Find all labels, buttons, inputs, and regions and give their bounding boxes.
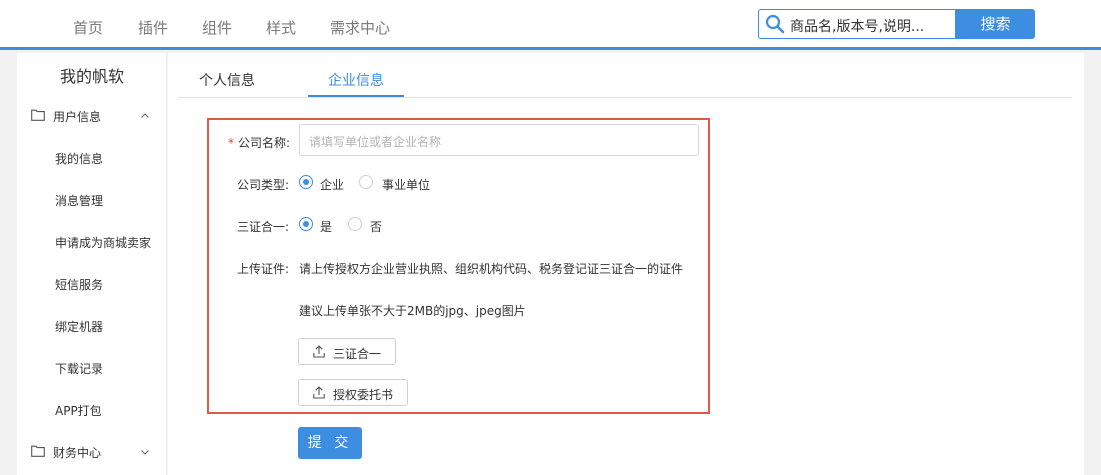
company-type-radio-enterprise[interactable] <box>299 175 313 189</box>
main-content: 个人信息 企业信息 * 公司名称: 请填写单位或者企业名称 公司类型: 企业 事业… <box>168 53 1084 475</box>
tab-personal-info[interactable]: 个人信息 <box>199 70 255 90</box>
sidebar-title: 我的帆软 <box>59 67 124 86</box>
three-in-one-radio-no[interactable] <box>348 217 362 231</box>
sidebar-item-messages[interactable]: 消息管理 <box>55 192 103 209</box>
company-name-input[interactable]: 请填写单位或者企业名称 <box>299 124 699 156</box>
company-type-option-institution[interactable]: 事业单位 <box>382 176 430 193</box>
sidebar-item-become-seller[interactable]: 申请成为商城卖家 <box>55 234 151 251</box>
upload-button-label: 三证合一 <box>333 347 382 361</box>
sidebar-item-my-info[interactable]: 我的信息 <box>55 150 103 167</box>
sidebar-item-downloads[interactable]: 下载记录 <box>55 360 103 377</box>
company-name-label: * 公司名称: <box>228 136 291 150</box>
upload-icon <box>313 345 325 358</box>
upload-button-label: 授权委托书 <box>333 388 394 402</box>
search-button[interactable]: 搜索 <box>956 9 1035 39</box>
three-in-one-radio-yes[interactable] <box>299 217 313 231</box>
company-type-radio-institution[interactable] <box>359 175 373 189</box>
three-in-one-option-no[interactable]: 否 <box>370 218 382 235</box>
upload-authorization-button[interactable]: 授权委托书 <box>298 379 408 406</box>
sidebar-group-user-info[interactable]: 用户信息 <box>17 106 167 126</box>
upload-hint: 请上传授权方企业营业执照、组织机构代码、税务登记证三证合一的证件 <box>299 262 684 276</box>
nav-components[interactable]: 组件 <box>202 17 232 38</box>
nav-plugins[interactable]: 插件 <box>138 17 168 38</box>
sidebar-item-sms-service[interactable]: 短信服务 <box>55 276 103 293</box>
upload-icon <box>313 386 325 399</box>
company-type-label: 公司类型: <box>237 178 290 192</box>
three-in-one-label: 三证合一: <box>237 220 290 234</box>
search-icon <box>765 14 785 34</box>
nav-requirements[interactable]: 需求中心 <box>330 17 390 38</box>
sidebar-group-label: 用户信息 <box>53 110 102 124</box>
chevron-up-icon <box>141 113 149 118</box>
folder-icon <box>31 109 45 121</box>
search-input[interactable]: 商品名,版本号,说明... <box>758 9 956 39</box>
sidebar-item-bind-machine[interactable]: 绑定机器 <box>55 318 103 335</box>
sidebar-group-label: 财务中心 <box>53 446 102 460</box>
tab-bar: 个人信息 企业信息 <box>178 53 1072 98</box>
folder-icon <box>31 445 45 457</box>
upload-three-in-one-button[interactable]: 三证合一 <box>298 338 396 365</box>
nav-styles[interactable]: 样式 <box>266 17 296 38</box>
sidebar-group-finance[interactable]: 财务中心 <box>17 442 167 462</box>
submit-button[interactable]: 提 交 <box>298 427 362 459</box>
required-mark: * <box>228 136 234 150</box>
three-in-one-option-yes[interactable]: 是 <box>320 218 332 235</box>
nav-home[interactable]: 首页 <box>73 17 103 38</box>
chevron-down-icon <box>141 450 149 455</box>
upload-label: 上传证件: <box>237 262 290 276</box>
sidebar: 我的帆软 用户信息 我的信息 消息管理 申请成为商城卖家 短信服务 绑定机器 下… <box>17 53 167 475</box>
tab-company-info[interactable]: 企业信息 <box>328 70 384 90</box>
company-name-placeholder: 请填写单位或者企业名称 <box>309 135 442 149</box>
search-placeholder: 商品名,版本号,说明... <box>790 19 925 35</box>
sidebar-item-app-packaging[interactable]: APP打包 <box>55 402 102 419</box>
active-tab-indicator <box>308 95 404 97</box>
company-type-option-enterprise[interactable]: 企业 <box>320 176 344 193</box>
upload-size-hint: 建议上传单张不大于2MB的jpg、jpeg图片 <box>299 304 526 318</box>
top-navbar: 首页 插件 组件 样式 需求中心 商品名,版本号,说明... 搜索 <box>0 0 1101 50</box>
